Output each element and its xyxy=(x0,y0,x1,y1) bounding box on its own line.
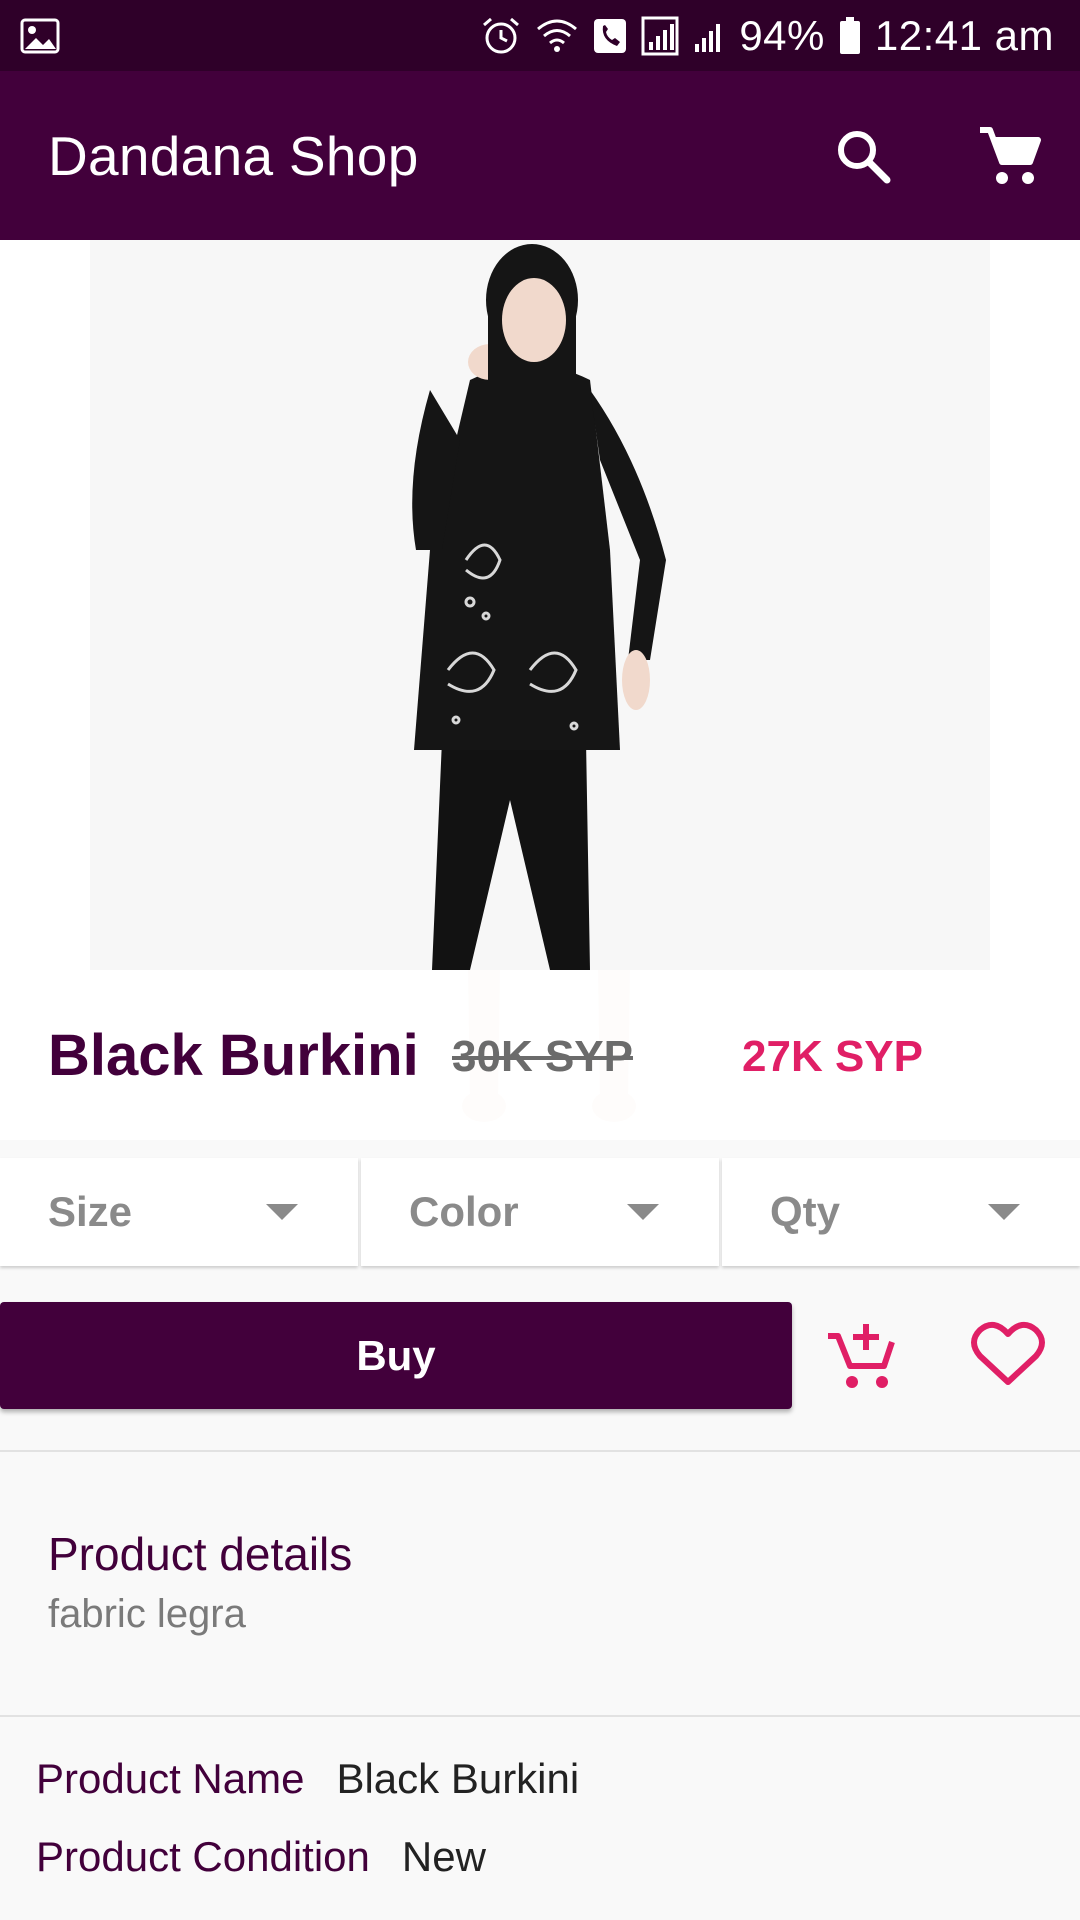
product-details-text: fabric legra xyxy=(48,1592,246,1636)
size-label: Size xyxy=(48,1188,133,1235)
chevron-down-icon xyxy=(627,1204,659,1220)
spec-label: Product Condition xyxy=(36,1833,370,1880)
spec-value: New xyxy=(401,1833,486,1880)
cart-button[interactable] xyxy=(974,121,1044,191)
chevron-down-icon xyxy=(988,1204,1020,1220)
search-icon xyxy=(838,130,891,183)
wifi-icon xyxy=(535,17,579,55)
chevron-down-icon xyxy=(266,1204,298,1220)
old-price: 30K SYP xyxy=(452,1032,633,1081)
signal-icon-2 xyxy=(693,18,725,54)
qty-dropdown[interactable]: Qty xyxy=(722,1158,1080,1266)
option-selectors: Size Color Qty xyxy=(0,1158,1080,1266)
favorite-button[interactable] xyxy=(970,1320,1046,1392)
phone-icon xyxy=(593,18,627,54)
add-to-cart-button[interactable] xyxy=(826,1320,898,1392)
size-dropdown[interactable]: Size xyxy=(0,1158,358,1266)
image-icon xyxy=(20,18,60,54)
app-bar: Dandana Shop xyxy=(0,71,1080,240)
color-label: Color xyxy=(409,1188,519,1235)
status-bar: 94% 12:41 am xyxy=(0,0,1080,71)
spec-label: Product Name xyxy=(36,1755,305,1802)
battery-icon xyxy=(839,16,861,55)
title-row: Black Burkini 30K SYP 27K SYP xyxy=(0,970,1080,1140)
new-price: 27K SYP xyxy=(742,1032,923,1081)
battery-percent: 94% xyxy=(739,11,825,59)
clock: 12:41 am xyxy=(874,11,1054,59)
add-shopping-cart-icon xyxy=(828,1324,895,1388)
product-name: Black Burkini xyxy=(48,1023,419,1088)
product-details-title: Product details xyxy=(48,1528,353,1580)
spec-value: Black Burkini xyxy=(336,1755,580,1802)
spec-row-name: Product Name Black Burkini xyxy=(36,1755,579,1803)
qty-label: Qty xyxy=(770,1188,841,1235)
signal-icon xyxy=(641,16,679,56)
divider xyxy=(0,1450,1080,1452)
buy-button[interactable]: Buy xyxy=(0,1302,792,1409)
app-title: Dandana Shop xyxy=(48,124,419,187)
alarm-icon xyxy=(481,16,521,56)
search-button[interactable] xyxy=(828,121,898,191)
spec-row-condition: Product Condition New xyxy=(36,1833,486,1881)
color-dropdown[interactable]: Color xyxy=(361,1158,719,1266)
heart-outline-icon xyxy=(971,1321,1045,1385)
cart-icon xyxy=(980,126,1041,184)
divider xyxy=(0,1715,1080,1717)
